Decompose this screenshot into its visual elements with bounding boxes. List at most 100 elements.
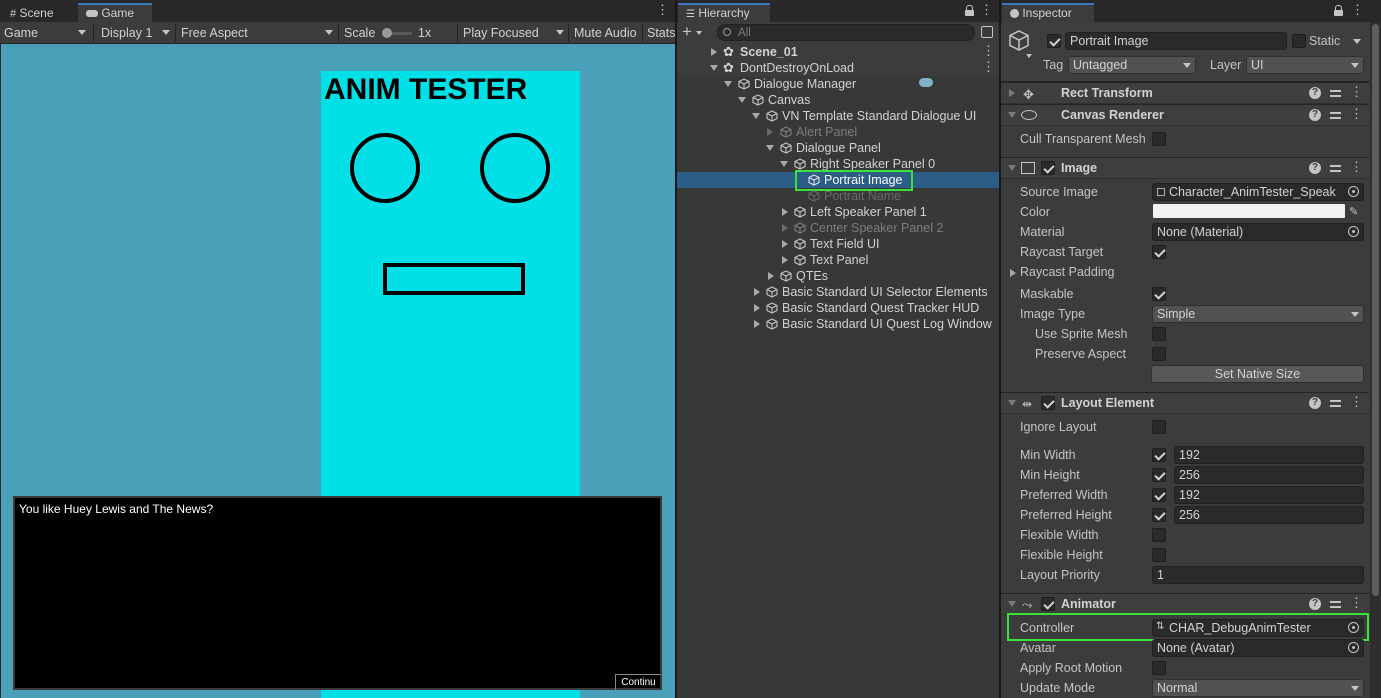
hierarchy-menu-icon[interactable]: ⋮ [980,3,993,18]
search-by-type-icon[interactable] [981,26,993,38]
min-height-field[interactable]: 256 [1174,466,1364,484]
lock-icon[interactable] [1334,5,1343,16]
expand-icon[interactable] [768,272,774,280]
expand-icon[interactable] [782,256,788,264]
material-field[interactable]: None (Material) [1152,223,1364,241]
tree-row-scene-01[interactable]: ✿ Scene_01 ⋮ [677,44,999,60]
tab-inspector[interactable]: Inspector [1002,3,1094,22]
mute-audio-button[interactable]: Mute Audio [570,24,637,42]
animator-header[interactable]: ⤳ Animator ? ⋮ [1001,593,1369,615]
tag-dropdown[interactable]: Untagged [1068,56,1196,74]
tree-row-portrait-name[interactable]: Portrait Name [677,188,999,204]
search-input[interactable]: All [717,24,975,41]
scale-slider-handle[interactable] [382,28,392,38]
collapse-icon[interactable] [1008,601,1016,607]
image-enabled-checkbox[interactable] [1041,161,1055,175]
preferred-height-checkbox[interactable] [1152,508,1166,522]
image-header[interactable]: Image ? ⋮ [1001,157,1369,179]
avatar-field[interactable]: None (Avatar) [1152,639,1364,657]
tab-hierarchy[interactable]: ☰ Hierarchy [678,3,770,22]
scale-slider[interactable] [382,28,412,38]
active-checkbox[interactable] [1047,34,1061,48]
canvas-renderer-header[interactable]: Canvas Renderer ? ⋮ [1001,104,1369,126]
tree-row-dialogue-panel[interactable]: Dialogue Panel [677,140,999,156]
game-view[interactable]: ANIM TESTER You like Huey Lewis and The … [1,44,675,698]
tree-row-dontdestroyonload[interactable]: ✿ DontDestroyOnLoad ⋮ [677,60,999,76]
tree-row-dialogue-manager[interactable]: Dialogue Manager [677,76,999,92]
preset-icon[interactable] [1330,599,1341,610]
raycast-target-checkbox[interactable] [1152,245,1166,259]
expand-icon[interactable] [782,208,788,216]
min-width-checkbox[interactable] [1152,448,1166,462]
expand-icon[interactable] [782,224,788,232]
preset-icon[interactable] [1330,110,1341,121]
rect-transform-header[interactable]: ✥ Rect Transform ? ⋮ [1001,82,1369,104]
object-picker-icon[interactable] [1348,642,1359,653]
collapse-icon[interactable] [1008,165,1016,171]
preserve-aspect-checkbox[interactable] [1152,347,1166,361]
component-menu-icon[interactable]: ⋮ [1350,107,1363,122]
game-menu-icon[interactable]: ⋮ [656,3,669,18]
component-menu-icon[interactable]: ⋮ [1350,160,1363,175]
expand-icon[interactable] [754,320,760,328]
eyedropper-icon[interactable]: ✎ [1349,205,1358,218]
tree-row-text-field-ui[interactable]: Text Field UI [677,236,999,252]
layout-priority-field[interactable]: 1 [1152,566,1364,584]
tree-row-qtes[interactable]: QTEs [677,268,999,284]
help-icon[interactable]: ? [1309,162,1321,174]
update-mode-dropdown[interactable]: Normal [1152,679,1364,697]
maskable-checkbox[interactable] [1152,287,1166,301]
cull-transparent-mesh-checkbox[interactable] [1152,132,1166,146]
add-icon[interactable]: + [682,23,692,41]
image-type-dropdown[interactable]: Simple [1152,305,1364,323]
object-name-field[interactable]: Portrait Image [1065,32,1287,50]
help-icon[interactable]: ? [1309,397,1321,409]
color-swatch[interactable] [1153,204,1345,218]
lock-icon[interactable] [965,5,974,16]
inspector-menu-icon[interactable]: ⋮ [1351,3,1364,18]
object-picker-icon[interactable] [1348,226,1359,237]
expand-icon[interactable] [1009,89,1015,97]
layer-dropdown[interactable]: UI [1246,56,1364,74]
collapse-icon[interactable] [752,113,760,119]
tab-scene[interactable]: # Scene [2,3,76,22]
row-menu-icon[interactable]: ⋮ [982,44,995,59]
continue-button[interactable]: Continu [615,674,661,690]
tree-row-quest-log-window[interactable]: Basic Standard UI Quest Log Window [677,316,999,332]
collapse-icon[interactable] [766,145,774,151]
tree-row-left-speaker-panel[interactable]: Left Speaker Panel 1 [677,204,999,220]
tab-game[interactable]: Game [78,3,152,22]
tree-row-alert-panel[interactable]: Alert Panel [677,124,999,140]
preferred-width-field[interactable]: 192 [1174,486,1364,504]
play-mode-dropdown[interactable]: Play Focused [459,24,567,42]
flexible-width-checkbox[interactable] [1152,528,1166,542]
expand-icon[interactable] [711,48,717,56]
collapse-icon[interactable] [1008,400,1016,406]
preset-icon[interactable] [1330,88,1341,99]
layout-element-enabled-checkbox[interactable] [1041,396,1055,410]
tree-row-vn-template[interactable]: VN Template Standard Dialogue UI [677,108,999,124]
collapse-icon[interactable] [710,65,718,71]
tree-row-center-speaker-panel[interactable]: Center Speaker Panel 2 [677,220,999,236]
expand-icon[interactable] [754,304,760,312]
expand-icon[interactable] [782,240,788,248]
expand-icon[interactable] [767,128,773,136]
set-native-size-button[interactable]: Set Native Size [1151,365,1364,383]
use-sprite-mesh-checkbox[interactable] [1152,327,1166,341]
ignore-layout-checkbox[interactable] [1152,420,1166,434]
preferred-width-checkbox[interactable] [1152,488,1166,502]
tree-row-canvas[interactable]: Canvas [677,92,999,108]
preferred-height-field[interactable]: 256 [1174,506,1364,524]
min-height-checkbox[interactable] [1152,468,1166,482]
expand-icon[interactable] [754,288,760,296]
collapse-icon[interactable] [1008,112,1016,118]
component-menu-icon[interactable]: ⋮ [1350,596,1363,611]
inspector-scrollbar-thumb[interactable] [1372,24,1379,596]
animator-enabled-checkbox[interactable] [1041,597,1055,611]
chevron-down-icon[interactable] [1353,39,1361,44]
layout-element-header[interactable]: ⇹ Layout Element ? ⋮ [1001,392,1369,414]
stats-button[interactable]: Stats [643,24,675,42]
min-width-field[interactable]: 192 [1174,446,1364,464]
preset-icon[interactable] [1330,398,1341,409]
help-icon[interactable]: ? [1309,87,1321,99]
